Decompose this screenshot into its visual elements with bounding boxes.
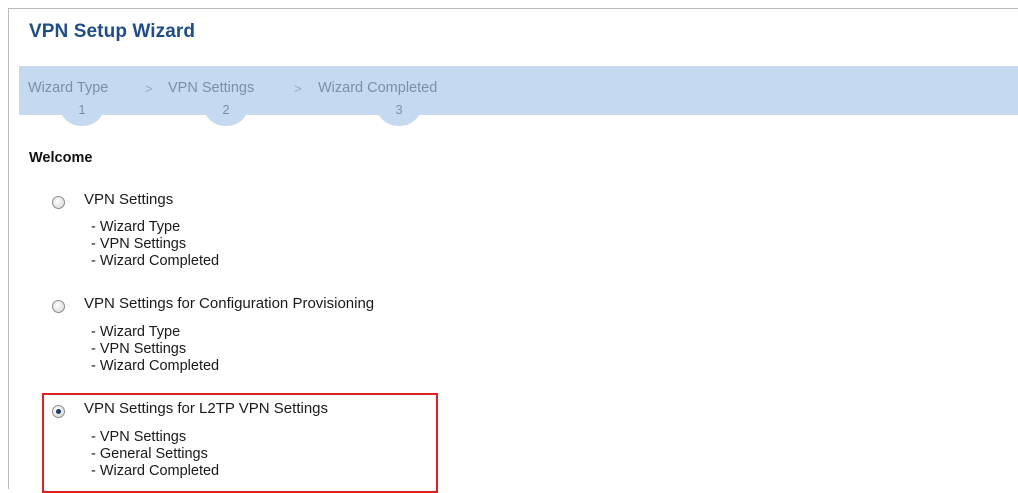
option-steps-list: - VPN Settings - General Settings - Wiza… xyxy=(91,429,219,480)
step-wizard-completed: Wizard Completed xyxy=(318,80,438,96)
step-vpn-settings: VPN Settings xyxy=(168,80,255,96)
step-separator: > xyxy=(294,81,302,96)
option-label-vpn-config-provisioning[interactable]: VPN Settings for Configuration Provision… xyxy=(84,295,374,312)
option-steps-list: - Wizard Type - VPN Settings - Wizard Co… xyxy=(91,324,219,375)
list-item: - VPN Settings xyxy=(91,341,187,357)
radio-vpn-l2tp[interactable] xyxy=(52,405,65,418)
step-wizard-type: Wizard Type xyxy=(28,80,109,96)
option-steps-list: - Wizard Type - VPN Settings - Wizard Co… xyxy=(91,219,219,270)
list-item: - Wizard Completed xyxy=(91,463,220,479)
list-item: - Wizard Type xyxy=(91,219,181,235)
option-label-vpn-settings[interactable]: VPN Settings xyxy=(84,191,173,208)
step-separator: > xyxy=(145,81,153,96)
option-label-vpn-l2tp[interactable]: VPN Settings for L2TP VPN Settings xyxy=(84,400,328,417)
list-item: - Wizard Completed xyxy=(91,358,220,374)
list-item: - VPN Settings xyxy=(91,429,187,445)
list-item: - Wizard Type xyxy=(91,324,181,340)
page-title: VPN Setup Wizard xyxy=(29,21,196,42)
radio-vpn-settings[interactable] xyxy=(52,196,65,209)
section-title: Welcome xyxy=(29,150,93,166)
list-item: - VPN Settings xyxy=(91,236,187,252)
list-item: - Wizard Completed xyxy=(91,253,220,269)
list-item: - General Settings xyxy=(91,446,208,462)
radio-vpn-config-provisioning[interactable] xyxy=(52,300,65,313)
